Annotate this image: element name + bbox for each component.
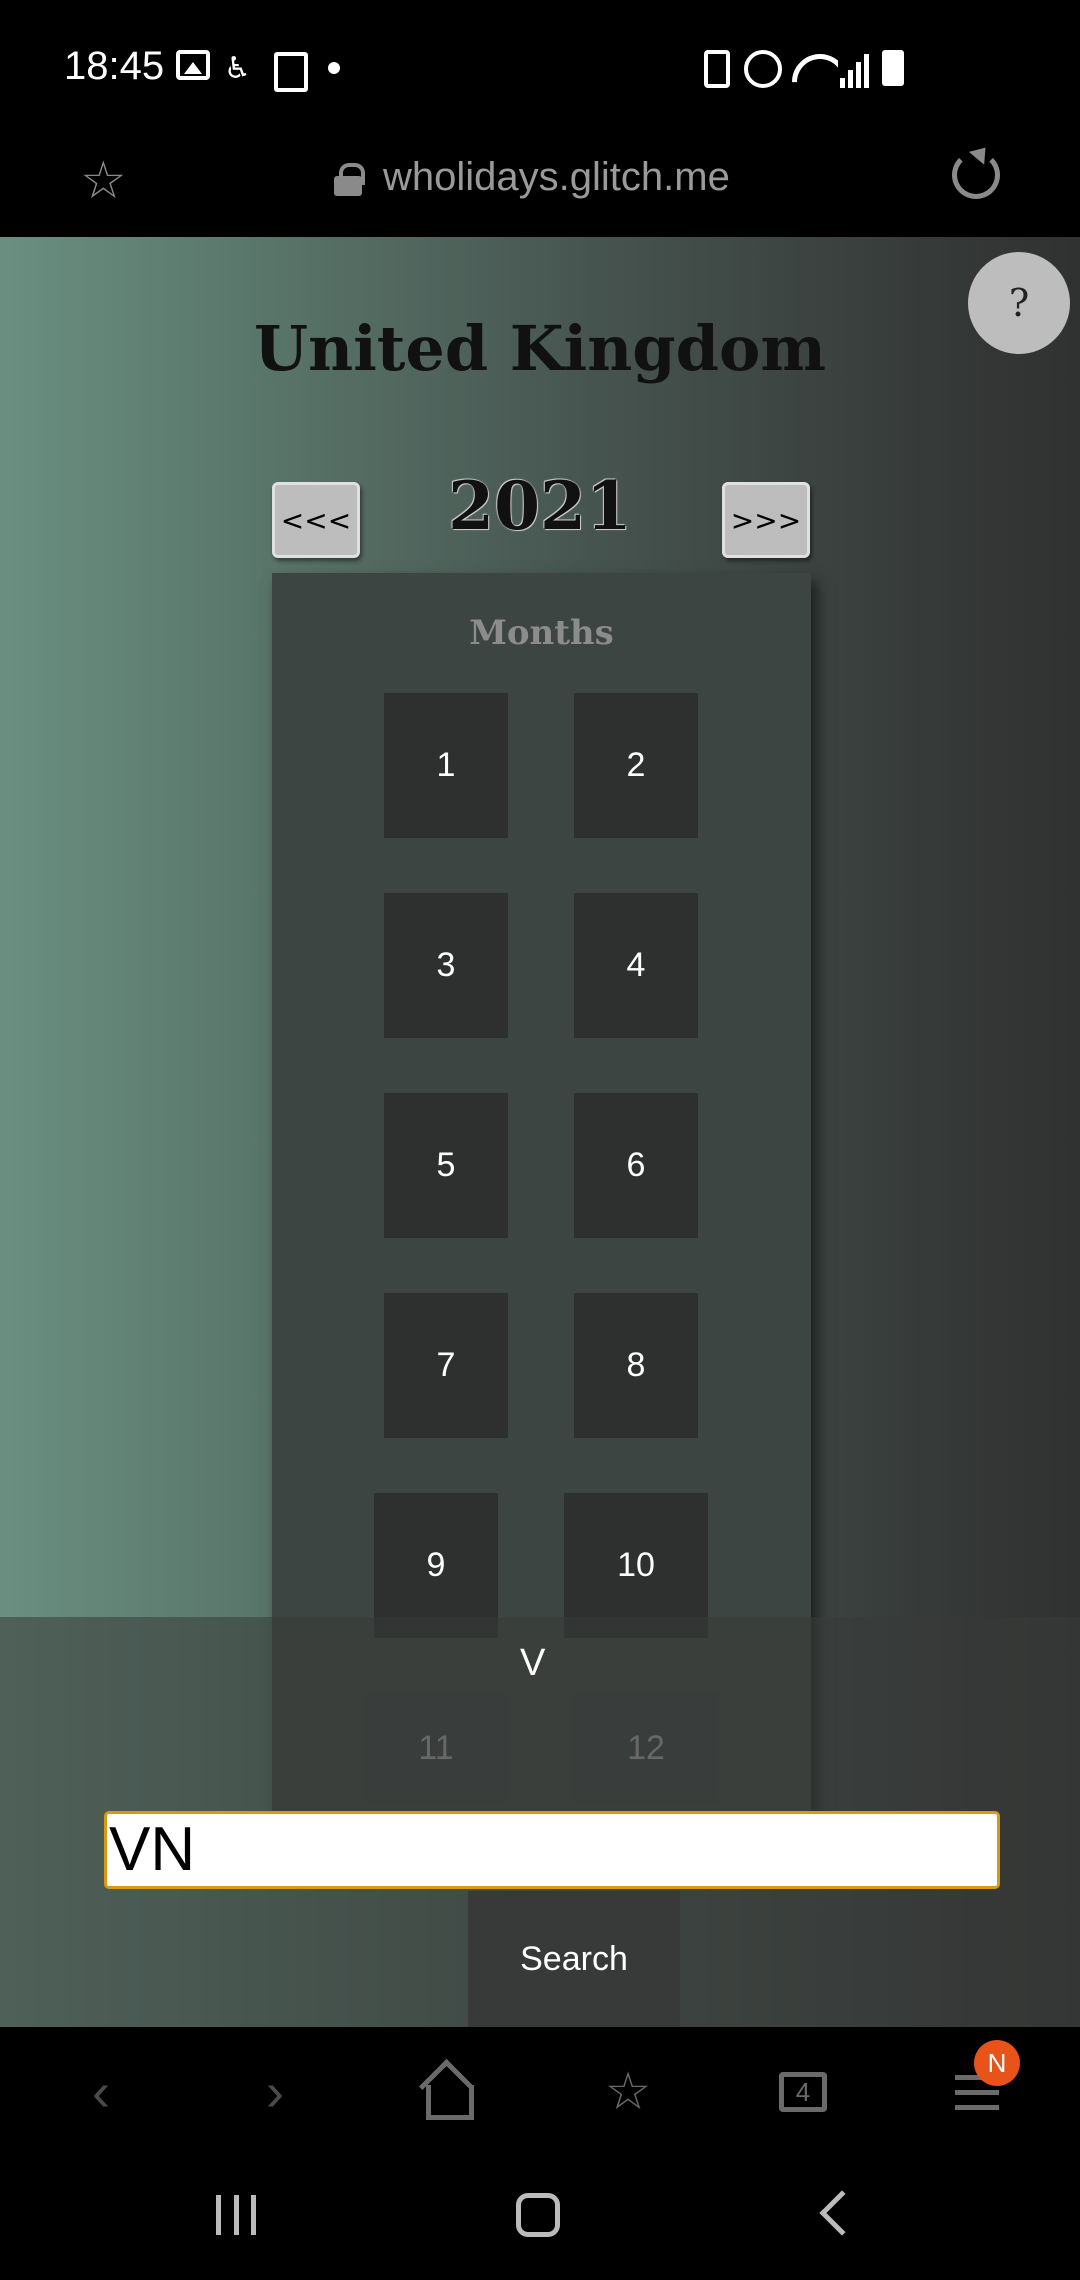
home-icon[interactable]: [415, 2057, 485, 2127]
month-button-8[interactable]: 8: [574, 1293, 698, 1438]
gallery-icon: [176, 50, 210, 80]
year-label: 2021: [448, 467, 632, 545]
back-nav-icon[interactable]: [819, 2190, 865, 2236]
wifi-icon: [792, 50, 838, 88]
month-button-2[interactable]: 2: [574, 693, 698, 838]
back-icon[interactable]: ‹: [66, 2057, 136, 2127]
tabs-icon[interactable]: 4: [768, 2057, 838, 2127]
month-button-7[interactable]: 7: [384, 1293, 508, 1438]
url-text[interactable]: wholidays.glitch.me: [383, 155, 730, 200]
battery-icon: [882, 50, 904, 86]
signal-icon: [840, 50, 870, 88]
country-title: United Kingdom: [254, 312, 826, 385]
prev-year-button[interactable]: <<<: [272, 482, 360, 558]
tabs-count: 4: [779, 2072, 827, 2112]
lock-icon[interactable]: [334, 163, 365, 196]
months-heading: Months: [469, 613, 614, 653]
nav-bar: [0, 2157, 1080, 2280]
month-button-6[interactable]: 6: [574, 1093, 698, 1238]
month-button-3[interactable]: 3: [384, 893, 508, 1038]
home-nav-icon[interactable]: [516, 2193, 560, 2237]
notification-dot-icon: [328, 62, 340, 74]
status-bar: 18:45 ♿: [0, 0, 1080, 137]
next-year-button[interactable]: >>>: [722, 482, 810, 558]
month-button-5[interactable]: 5: [384, 1093, 508, 1238]
url-bar: ☆ wholidays.glitch.me: [0, 137, 1080, 237]
expand-toggle[interactable]: V: [520, 1642, 545, 1685]
status-time: 18:45: [64, 44, 165, 88]
search-button[interactable]: Search: [468, 1891, 680, 2027]
bookmarks-icon[interactable]: ☆: [593, 2057, 663, 2127]
device-icon: [270, 50, 308, 92]
web-content: ? United Kingdom <<< 2021 >>> Months 1 2…: [0, 237, 1080, 2027]
month-button-1[interactable]: 1: [384, 693, 508, 838]
menu-badge: N: [974, 2040, 1020, 2086]
search-input[interactable]: VN: [104, 1811, 1000, 1889]
bookmark-star-icon[interactable]: ☆: [80, 151, 127, 211]
forward-icon[interactable]: ›: [240, 2057, 310, 2127]
browser-toolbar: ‹ › ☆ 4: [0, 2027, 1080, 2157]
reload-icon[interactable]: [952, 151, 1000, 199]
month-button-4[interactable]: 4: [574, 893, 698, 1038]
battery-saver-icon: [704, 50, 730, 88]
alarm-icon: [744, 50, 782, 88]
accessibility-icon: ♿: [224, 52, 251, 85]
recents-icon[interactable]: [216, 2195, 256, 2235]
